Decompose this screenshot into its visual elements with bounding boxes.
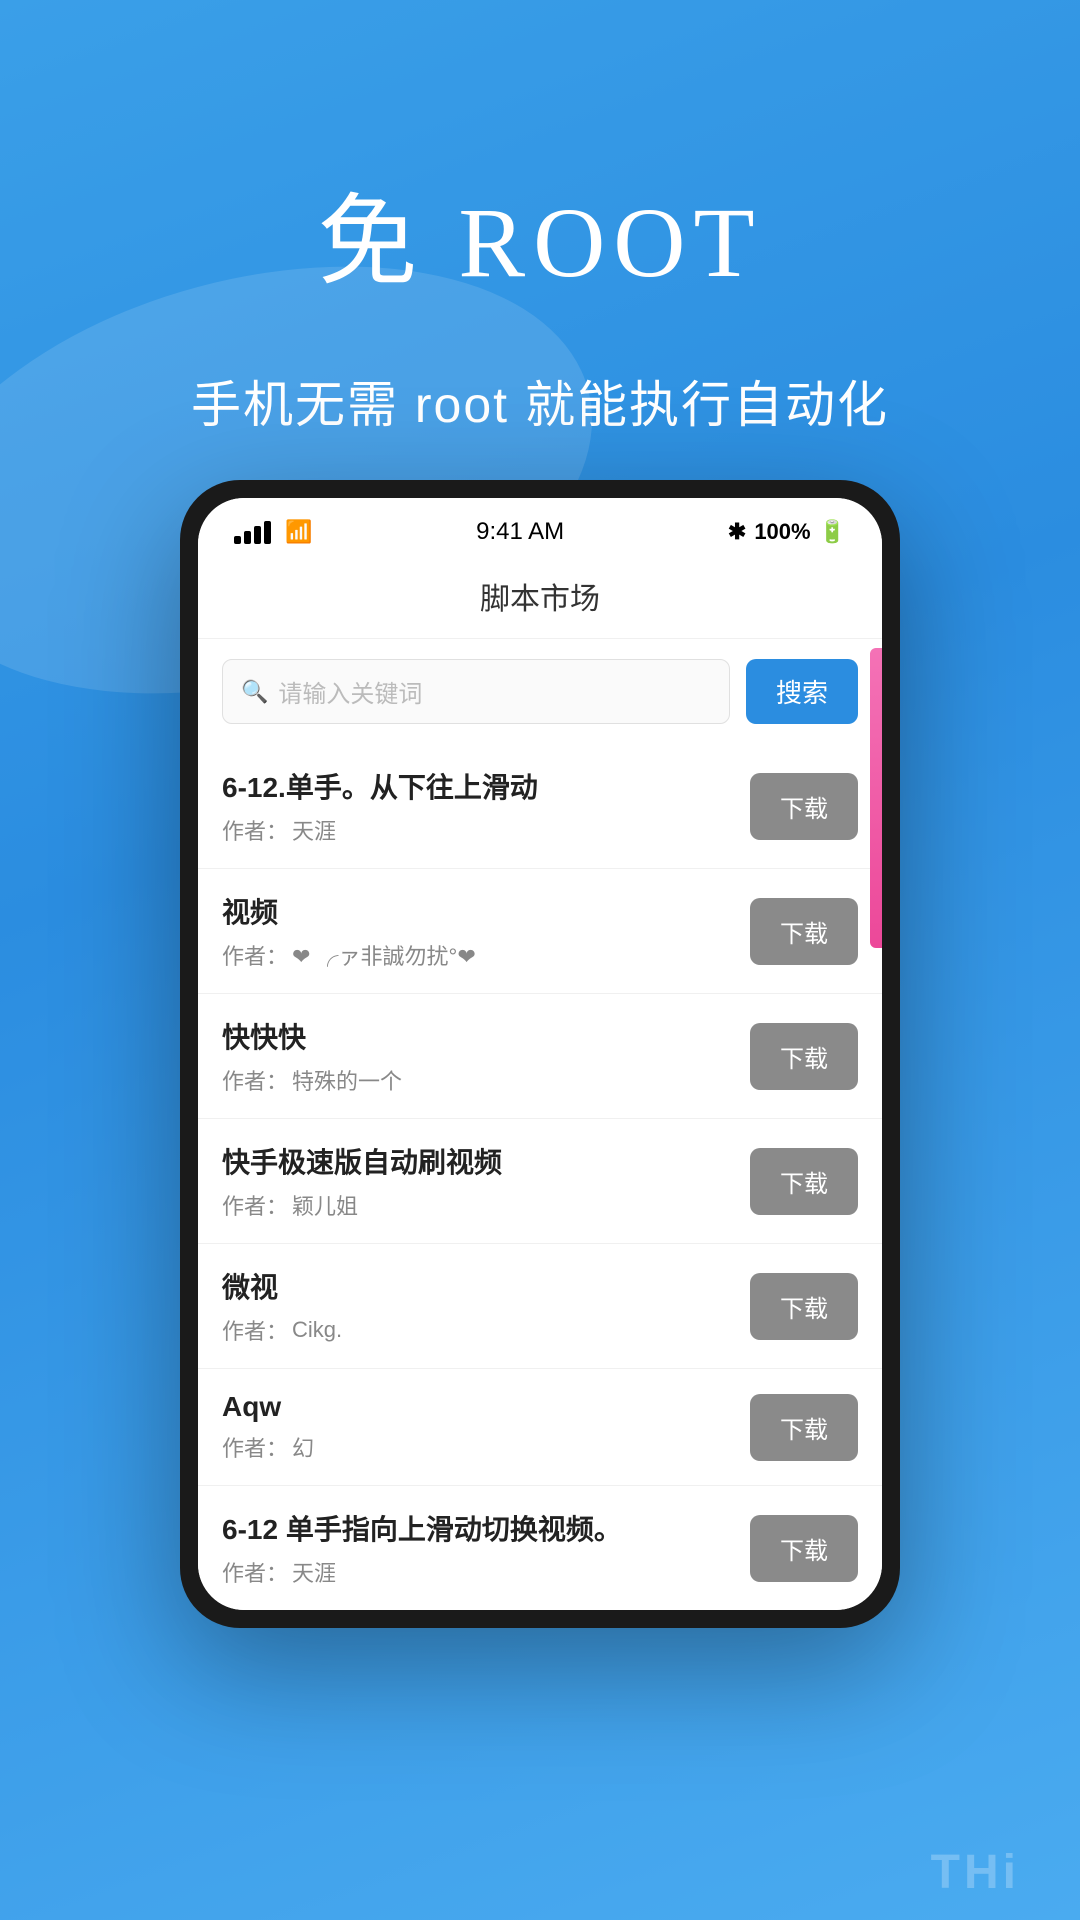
item-info: 视频 作者： ❤ ╭ァ非誠勿扰°❤ xyxy=(222,891,750,971)
status-left: 📶 xyxy=(234,519,312,545)
bottom-watermark: THi xyxy=(931,1845,1020,1900)
author-name: ❤ ╭ァ非誠勿扰°❤ xyxy=(292,939,476,971)
phone-screen: 📶 9:41 AM ✱ 100% 🔋 脚本市场 🔍 请输入关键词 搜索 xyxy=(198,498,882,1610)
status-right: ✱ 100% 🔋 xyxy=(728,519,846,545)
search-icon: 🔍 xyxy=(241,679,268,705)
item-title: 6-12 单手指向上滑动切换视频。 xyxy=(222,1508,750,1548)
hero-section: 免 ROOT 手机无需 root 就能执行自动化 xyxy=(0,0,1080,437)
bluetooth-icon: ✱ xyxy=(728,519,746,545)
item-author: 作者： 幻 xyxy=(222,1431,750,1463)
item-title: Aqw xyxy=(222,1391,750,1423)
list-item: Aqw 作者： 幻 下载 xyxy=(198,1369,882,1486)
status-bar: 📶 9:41 AM ✱ 100% 🔋 xyxy=(198,498,882,556)
author-prefix: 作者： xyxy=(222,814,288,846)
download-button[interactable]: 下载 xyxy=(750,1394,858,1461)
item-author: 作者： 特殊的一个 xyxy=(222,1064,750,1096)
signal-bar-4 xyxy=(264,521,271,544)
author-name: 特殊的一个 xyxy=(292,1064,402,1096)
item-info: 快手极速版自动刷视频 作者： 颖儿姐 xyxy=(222,1141,750,1221)
author-prefix: 作者： xyxy=(222,1314,288,1346)
item-info: 快快快 作者： 特殊的一个 xyxy=(222,1016,750,1096)
search-input-wrap[interactable]: 🔍 请输入关键词 xyxy=(222,659,730,724)
list-item: 6-12 单手指向上滑动切换视频。 作者： 天涯 下载 xyxy=(198,1486,882,1610)
item-title: 6-12.单手。从下往上滑动 xyxy=(222,766,750,806)
list-item: 6-12.单手。从下往上滑动 作者： 天涯 下载 xyxy=(198,744,882,869)
item-info: Aqw 作者： 幻 xyxy=(222,1391,750,1463)
download-button[interactable]: 下载 xyxy=(750,1023,858,1090)
item-info: 微视 作者： Cikg. xyxy=(222,1266,750,1346)
item-author: 作者： 天涯 xyxy=(222,1556,750,1588)
signal-bars xyxy=(234,521,271,544)
side-accent-bar xyxy=(870,648,882,948)
battery-icon: 🔋 xyxy=(819,519,846,545)
search-bar: 🔍 请输入关键词 搜索 xyxy=(198,639,882,744)
phone-mockup-wrapper: 📶 9:41 AM ✱ 100% 🔋 脚本市场 🔍 请输入关键词 搜索 xyxy=(180,480,900,1628)
author-prefix: 作者： xyxy=(222,1556,288,1588)
item-info: 6-12.单手。从下往上滑动 作者： 天涯 xyxy=(222,766,750,846)
search-button[interactable]: 搜索 xyxy=(746,659,858,724)
signal-bar-3 xyxy=(254,526,261,544)
signal-bar-2 xyxy=(244,531,251,544)
author-prefix: 作者： xyxy=(222,1189,288,1221)
download-button[interactable]: 下载 xyxy=(750,1515,858,1582)
item-author: 作者： ❤ ╭ァ非誠勿扰°❤ xyxy=(222,939,750,971)
hero-subtitle: 手机无需 root 就能执行自动化 xyxy=(0,365,1080,437)
item-title: 快手极速版自动刷视频 xyxy=(222,1141,750,1181)
author-name: 幻 xyxy=(292,1431,314,1463)
app-header-title: 脚本市场 xyxy=(198,556,882,639)
author-name: 天涯 xyxy=(292,1556,336,1588)
item-author: 作者： Cikg. xyxy=(222,1314,750,1346)
download-button[interactable]: 下载 xyxy=(750,898,858,965)
author-name: 颖儿姐 xyxy=(292,1189,358,1221)
author-name: 天涯 xyxy=(292,814,336,846)
item-author: 作者： 天涯 xyxy=(222,814,750,846)
author-prefix: 作者： xyxy=(222,1431,288,1463)
item-title: 微视 xyxy=(222,1266,750,1306)
search-input[interactable]: 请输入关键词 xyxy=(278,674,422,709)
author-prefix: 作者： xyxy=(222,939,288,971)
download-button[interactable]: 下载 xyxy=(750,1273,858,1340)
item-info: 6-12 单手指向上滑动切换视频。 作者： 天涯 xyxy=(222,1508,750,1588)
phone-mockup: 📶 9:41 AM ✱ 100% 🔋 脚本市场 🔍 请输入关键词 搜索 xyxy=(180,480,900,1628)
author-prefix: 作者： xyxy=(222,1064,288,1096)
wifi-icon: 📶 xyxy=(285,519,312,545)
list-item: 快快快 作者： 特殊的一个 下载 xyxy=(198,994,882,1119)
download-button[interactable]: 下载 xyxy=(750,1148,858,1215)
item-title: 快快快 xyxy=(222,1016,750,1056)
list-item: 微视 作者： Cikg. 下载 xyxy=(198,1244,882,1369)
download-button[interactable]: 下载 xyxy=(750,773,858,840)
list-item: 视频 作者： ❤ ╭ァ非誠勿扰°❤ 下载 xyxy=(198,869,882,994)
hero-title: 免 ROOT xyxy=(0,160,1080,305)
status-time: 9:41 AM xyxy=(476,518,564,546)
signal-bar-1 xyxy=(234,536,241,544)
battery-percent: 100% xyxy=(754,519,810,545)
item-title: 视频 xyxy=(222,891,750,931)
item-author: 作者： 颖儿姐 xyxy=(222,1189,750,1221)
author-name: Cikg. xyxy=(292,1317,342,1343)
list-item: 快手极速版自动刷视频 作者： 颖儿姐 下载 xyxy=(198,1119,882,1244)
